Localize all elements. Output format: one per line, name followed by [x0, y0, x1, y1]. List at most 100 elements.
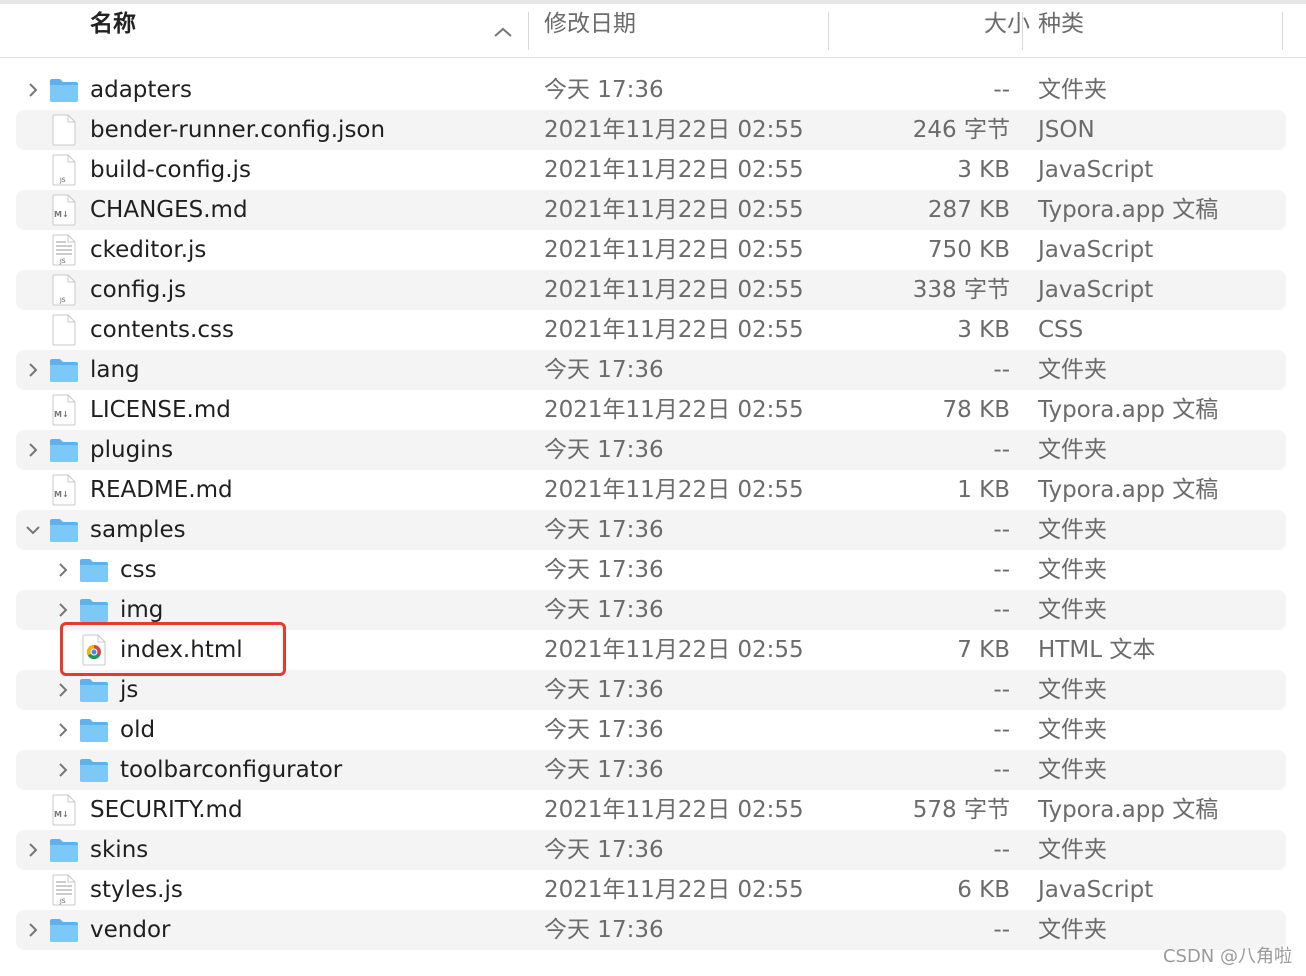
file-kind: JavaScript [1038, 277, 1154, 303]
disclosure-collapsed-icon[interactable] [26, 442, 40, 458]
folder-icon [49, 77, 79, 103]
column-divider[interactable] [828, 12, 829, 50]
column-kind-header[interactable]: 种类 [1038, 4, 1084, 44]
folder-icon [49, 357, 79, 383]
modified-date: 2021年11月22日 02:55 [544, 317, 804, 343]
file-size: -- [993, 77, 1010, 103]
file-kind: 文件夹 [1038, 517, 1107, 543]
folder-row[interactable]: css 今天 17:36 -- 文件夹 [16, 550, 1286, 590]
file-name[interactable]: SECURITY.md [90, 790, 243, 830]
file-row[interactable]: M↓ SECURITY.md 2021年11月22日 02:55 578 字节 Typo… [16, 790, 1286, 830]
modified-date: 今天 17:36 [544, 757, 664, 783]
modified-date: 2021年11月22日 02:55 [544, 877, 804, 903]
markdown-file-icon: M↓ [51, 194, 77, 226]
js-file-icon: JS [51, 874, 77, 906]
file-row[interactable]: JS config.js 2021年11月22日 02:55 338 字节 JavaSc… [16, 270, 1286, 310]
file-row[interactable]: JS build-config.js 2021年11月22日 02:55 3 KB Ja… [16, 150, 1286, 190]
file-row[interactable]: M↓ LICENSE.md 2021年11月22日 02:55 78 KB Typora… [16, 390, 1286, 430]
disclosure-expanded-icon[interactable] [26, 522, 40, 538]
svg-text:M↓: M↓ [54, 210, 69, 219]
file-name[interactable]: bender-runner.config.json [90, 110, 385, 150]
file-kind: 文件夹 [1038, 357, 1107, 383]
modified-date: 2021年11月22日 02:55 [544, 797, 804, 823]
folder-row[interactable]: adapters 今天 17:36 -- 文件夹 [16, 70, 1286, 110]
file-name[interactable]: lang [90, 350, 140, 390]
modified-date: 今天 17:36 [544, 597, 664, 623]
modified-date: 今天 17:36 [544, 517, 664, 543]
disclosure-collapsed-icon[interactable] [56, 722, 70, 738]
file-name[interactable]: toolbarconfigurator [120, 750, 342, 790]
disclosure-collapsed-icon[interactable] [56, 562, 70, 578]
file-name[interactable]: build-config.js [90, 150, 251, 190]
disclosure-collapsed-icon[interactable] [56, 762, 70, 778]
column-divider[interactable] [528, 12, 529, 50]
file-name[interactable]: plugins [90, 430, 173, 470]
file-name[interactable]: README.md [90, 470, 233, 510]
file-size: 7 KB [957, 637, 1010, 663]
column-size-header[interactable]: 大小 [844, 4, 1030, 44]
file-name[interactable]: index.html [120, 630, 243, 670]
svg-text:JS: JS [59, 258, 66, 265]
folder-icon [79, 757, 109, 783]
folder-row[interactable]: plugins 今天 17:36 -- 文件夹 [16, 430, 1286, 470]
folder-row[interactable]: skins 今天 17:36 -- 文件夹 [16, 830, 1286, 870]
folder-row[interactable]: lang 今天 17:36 -- 文件夹 [16, 350, 1286, 390]
file-row[interactable]: index.html 2021年11月22日 02:55 7 KB HTML 文本 [16, 630, 1286, 670]
file-name[interactable]: js [120, 670, 138, 710]
file-kind: 文件夹 [1038, 437, 1107, 463]
file-name[interactable]: config.js [90, 270, 186, 310]
file-size: -- [993, 717, 1010, 743]
disclosure-collapsed-icon[interactable] [26, 82, 40, 98]
folder-row[interactable]: vendor 今天 17:36 -- 文件夹 [16, 910, 1286, 950]
file-row[interactable]: contents.css 2021年11月22日 02:55 3 KB CSS [16, 310, 1286, 350]
file-name[interactable]: contents.css [90, 310, 234, 350]
column-date-header[interactable]: 修改日期 [544, 4, 636, 44]
file-row[interactable]: bender-runner.config.json 2021年11月22日 02:… [16, 110, 1286, 150]
file-name[interactable]: ckeditor.js [90, 230, 206, 270]
disclosure-collapsed-icon[interactable] [56, 602, 70, 618]
file-kind: 文件夹 [1038, 677, 1107, 703]
file-size: 578 字节 [912, 797, 1010, 823]
column-header: 名称 修改日期 大小 种类 [0, 4, 1306, 58]
file-row[interactable]: M↓ README.md 2021年11月22日 02:55 1 KB Typora.a… [16, 470, 1286, 510]
folder-row[interactable]: js 今天 17:36 -- 文件夹 [16, 670, 1286, 710]
column-divider[interactable] [1282, 12, 1283, 50]
file-name[interactable]: old [120, 710, 155, 750]
file-name[interactable]: samples [90, 510, 186, 550]
file-name[interactable]: vendor [90, 910, 170, 950]
file-row[interactable]: JS ckeditor.js 2021年11月22日 02:55 750 KB Java… [16, 230, 1286, 270]
file-name[interactable]: css [120, 550, 157, 590]
modified-date: 今天 17:36 [544, 357, 664, 383]
disclosure-collapsed-icon[interactable] [56, 682, 70, 698]
modified-date: 今天 17:36 [544, 677, 664, 703]
file-kind: JSON [1038, 117, 1095, 143]
file-name[interactable]: CHANGES.md [90, 190, 248, 230]
document-icon [51, 114, 77, 146]
file-name[interactable]: img [120, 590, 163, 630]
file-list: adapters 今天 17:36 -- 文件夹 bender-runner.confi… [16, 70, 1286, 950]
sort-ascending-icon[interactable] [493, 26, 513, 38]
file-size: -- [993, 517, 1010, 543]
folder-row[interactable]: samples 今天 17:36 -- 文件夹 [16, 510, 1286, 550]
file-name[interactable]: LICENSE.md [90, 390, 231, 430]
folder-row[interactable]: old 今天 17:36 -- 文件夹 [16, 710, 1286, 750]
folder-row[interactable]: img 今天 17:36 -- 文件夹 [16, 590, 1286, 630]
file-kind: 文件夹 [1038, 597, 1107, 623]
file-row[interactable]: M↓ CHANGES.md 2021年11月22日 02:55 287 KB Typor… [16, 190, 1286, 230]
disclosure-collapsed-icon[interactable] [26, 842, 40, 858]
svg-text:JS: JS [59, 898, 66, 905]
disclosure-collapsed-icon[interactable] [26, 922, 40, 938]
markdown-file-icon: M↓ [51, 394, 77, 426]
file-name[interactable]: styles.js [90, 870, 183, 910]
file-row[interactable]: JS styles.js 2021年11月22日 02:55 6 KB JavaScri… [16, 870, 1286, 910]
file-size: -- [993, 757, 1010, 783]
file-size: 750 KB [927, 237, 1010, 263]
modified-date: 今天 17:36 [544, 837, 664, 863]
svg-text:JS: JS [59, 297, 66, 304]
file-name[interactable]: skins [90, 830, 148, 870]
file-name[interactable]: adapters [90, 70, 192, 110]
disclosure-collapsed-icon[interactable] [26, 362, 40, 378]
column-divider[interactable] [1022, 12, 1023, 50]
folder-row[interactable]: toolbarconfigurator 今天 17:36 -- 文件夹 [16, 750, 1286, 790]
column-name-header[interactable]: 名称 [90, 4, 136, 44]
